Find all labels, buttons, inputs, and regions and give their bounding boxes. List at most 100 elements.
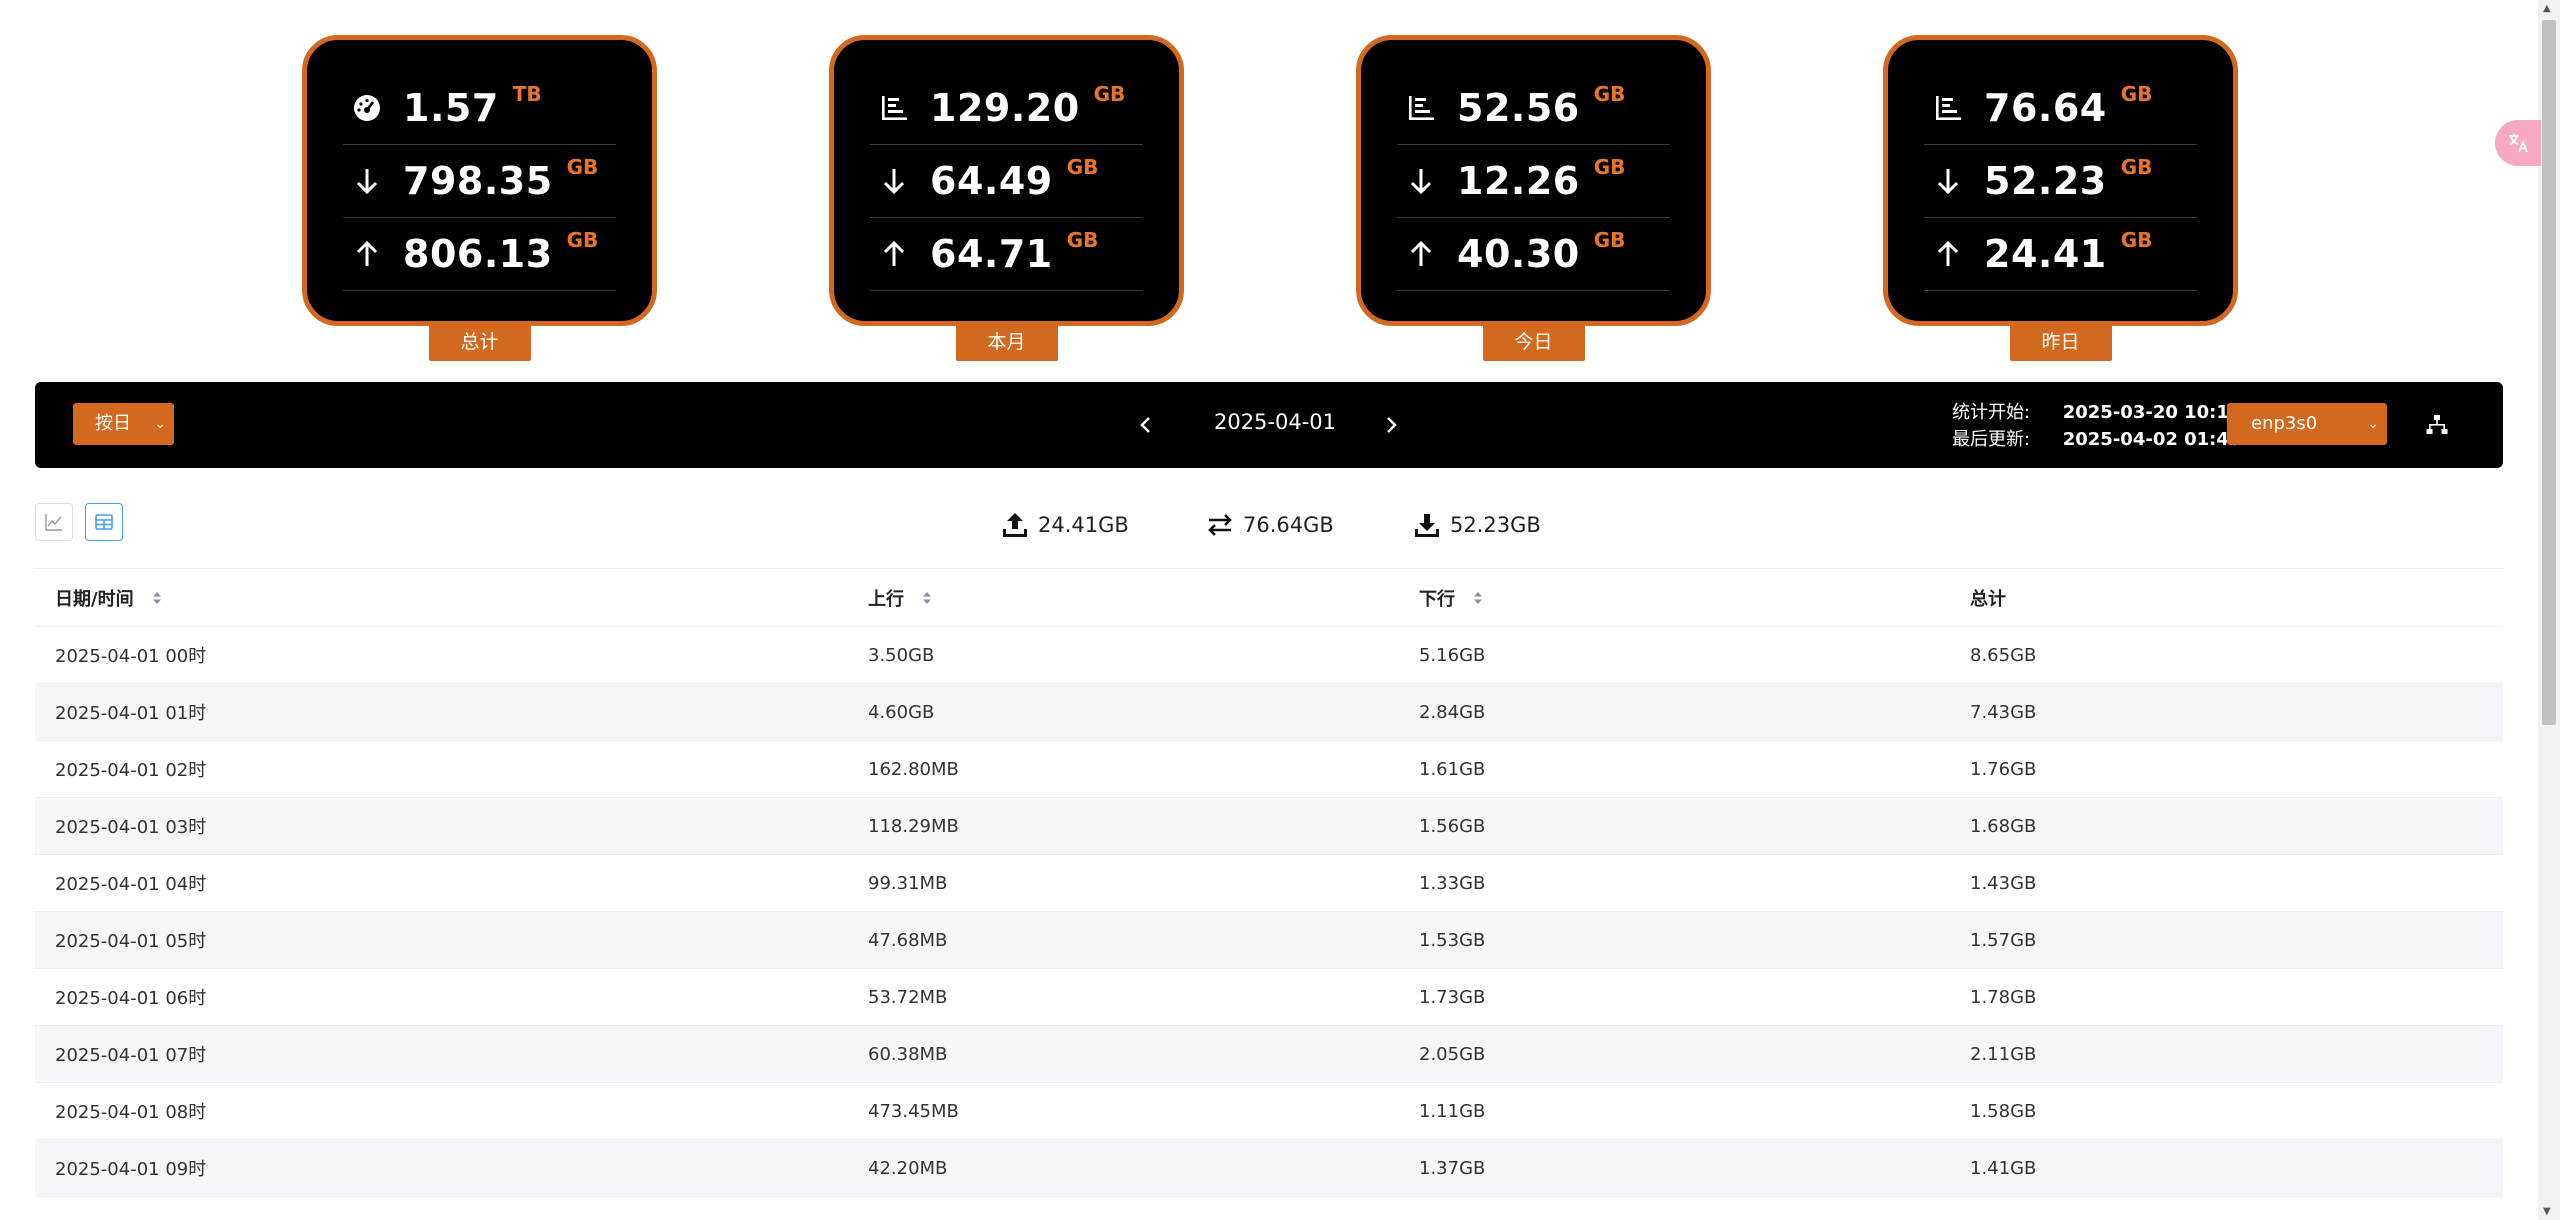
- summary-total: 76.64GB: [1205, 510, 1334, 540]
- stat-card-total: 1.57 TB 798.35 GB 806.13 GB 总计: [302, 35, 657, 361]
- page-scrollbar[interactable]: ▲ ▼: [2538, 0, 2560, 1220]
- stat-unit: GB: [1066, 228, 1099, 252]
- stat-row: 24.41 GB: [1924, 218, 2197, 291]
- cell-total: 1.68GB: [1970, 815, 2037, 837]
- stat-row: 52.23 GB: [1924, 145, 2197, 218]
- gauge-icon: [349, 90, 385, 126]
- cell-download: 5.16GB: [1419, 644, 1486, 666]
- stat-row: 76.64 GB: [1924, 72, 2197, 145]
- header-total: 总计: [1950, 585, 2503, 611]
- table-row[interactable]: 2025-04-01 09时 42.20MB 1.37GB 1.41GB: [35, 1140, 2503, 1197]
- cell-upload: 60.38MB: [868, 1043, 948, 1065]
- stat-unit: GB: [1093, 82, 1126, 106]
- table-row[interactable]: 2025-04-01 03时 118.29MB 1.56GB 1.68GB: [35, 798, 2503, 855]
- header-upload-label: 上行: [868, 588, 904, 610]
- stat-row: 40.30 GB: [1397, 218, 1670, 291]
- network-icon: [2426, 415, 2448, 434]
- stat-row: 1.57 TB: [343, 72, 616, 145]
- cell-upload: 162.80MB: [868, 758, 959, 780]
- table-view-button[interactable]: [85, 503, 123, 541]
- stats-meta: 统计开始: 2025-03-20 10:11 最后更新: 2025-04-02 …: [1952, 399, 2241, 453]
- mode-select[interactable]: 按日 ⌄: [73, 403, 174, 445]
- cell-total: 8.65GB: [1970, 644, 2037, 666]
- stat-unit: TB: [512, 82, 542, 106]
- arrow-up-icon: [349, 236, 385, 272]
- stat-card-today: 52.56 GB 12.26 GB 40.30 GB 今日: [1356, 35, 1711, 361]
- arrow-up-icon: [1403, 236, 1439, 272]
- stat-card-label: 昨日: [2009, 323, 2112, 361]
- cell-download: 1.37GB: [1419, 1157, 1486, 1179]
- stat-card-month: 129.20 GB 64.49 GB 64.71 GB 本月: [829, 35, 1184, 361]
- sort-icon[interactable]: [1473, 589, 1483, 610]
- scroll-thumb[interactable]: [2542, 20, 2556, 725]
- cell-total: 1.78GB: [1970, 986, 2037, 1008]
- chart-view-button[interactable]: [35, 503, 73, 541]
- next-date-button[interactable]: [1374, 408, 1408, 442]
- cell-datetime: 2025-04-01 06时: [55, 988, 207, 1009]
- cell-total: 1.41GB: [1970, 1157, 2037, 1179]
- table-row[interactable]: 2025-04-01 07时 60.38MB 2.05GB 2.11GB: [35, 1026, 2503, 1083]
- stat-row: 12.26 GB: [1397, 145, 1670, 218]
- stat-unit: GB: [566, 155, 599, 179]
- table-row[interactable]: 2025-04-01 01时 4.60GB 2.84GB 7.43GB: [35, 684, 2503, 741]
- stat-unit: GB: [1593, 228, 1626, 252]
- stat-value: 76.64: [1984, 86, 2107, 130]
- table-row[interactable]: 2025-04-01 05时 47.68MB 1.53GB 1.57GB: [35, 912, 2503, 969]
- translate-button[interactable]: [2495, 120, 2541, 166]
- cell-download: 2.84GB: [1419, 701, 1486, 723]
- stat-value: 52.56: [1457, 86, 1580, 130]
- stat-unit: GB: [2120, 228, 2153, 252]
- scroll-down-arrow-icon[interactable]: ▼: [2543, 1206, 2551, 1217]
- header-upload[interactable]: 上行: [848, 585, 1399, 611]
- table-row[interactable]: 2025-04-01 06时 53.72MB 1.73GB 1.78GB: [35, 969, 2503, 1026]
- stat-card-panel: 1.57 TB 798.35 GB 806.13 GB: [302, 35, 657, 326]
- chevron-down-icon: ⌄: [2367, 416, 2379, 432]
- header-download-label: 下行: [1419, 588, 1455, 610]
- stat-row: 806.13 GB: [343, 218, 616, 291]
- cell-download: 1.56GB: [1419, 815, 1486, 837]
- arrow-down-icon: [1403, 163, 1439, 199]
- network-button[interactable]: [2419, 407, 2455, 443]
- cell-upload: 4.60GB: [868, 701, 935, 723]
- cell-download: 1.73GB: [1419, 986, 1486, 1008]
- stat-card-label: 本月: [955, 323, 1058, 361]
- stat-card-label: 总计: [428, 323, 531, 361]
- table-icon: [95, 514, 113, 530]
- chevron-right-icon: [1387, 417, 1397, 433]
- stat-unit: GB: [1593, 82, 1626, 106]
- summary-total-value: 76.64GB: [1243, 513, 1334, 537]
- stat-card-panel: 129.20 GB 64.49 GB 64.71 GB: [829, 35, 1184, 326]
- scroll-up-arrow-icon[interactable]: ▲: [2543, 3, 2551, 14]
- sort-icon[interactable]: [922, 589, 932, 610]
- bar-chart-icon: [1930, 90, 1966, 126]
- chevron-left-icon: [1140, 417, 1150, 433]
- table-row[interactable]: 2025-04-01 00时 3.50GB 5.16GB 8.65GB: [35, 627, 2503, 684]
- stat-unit: GB: [566, 228, 599, 252]
- cell-total: 2.11GB: [1970, 1043, 2037, 1065]
- header-download[interactable]: 下行: [1399, 585, 1950, 611]
- interface-select[interactable]: enp3s0 ⌄: [2227, 403, 2387, 445]
- table-header: 日期/时间 上行 下行 总计: [35, 569, 2503, 627]
- current-date[interactable]: 2025-04-01: [1195, 410, 1355, 434]
- stat-row: 129.20 GB: [870, 72, 1143, 145]
- sort-icon[interactable]: [152, 589, 162, 610]
- cell-upload: 53.72MB: [868, 986, 948, 1008]
- stat-value: 40.30: [1457, 232, 1580, 276]
- prev-date-button[interactable]: [1129, 408, 1163, 442]
- stat-value: 798.35: [403, 159, 553, 203]
- cell-upload: 3.50GB: [868, 644, 935, 666]
- toolbar: 按日 ⌄ 2025-04-01 统计开始: 2025-03-20 10:11 最…: [35, 382, 2503, 468]
- stat-value: 12.26: [1457, 159, 1580, 203]
- stats-start-value: 2025-03-20 10:11: [2062, 402, 2242, 423]
- chevron-down-icon: ⌄: [154, 416, 166, 432]
- stat-card-panel: 76.64 GB 52.23 GB 24.41 GB: [1883, 35, 2238, 326]
- cell-total: 1.76GB: [1970, 758, 2037, 780]
- table-row[interactable]: 2025-04-01 04时 99.31MB 1.33GB 1.43GB: [35, 855, 2503, 912]
- header-datetime[interactable]: 日期/时间: [35, 585, 848, 611]
- stat-value: 129.20: [930, 86, 1080, 130]
- table-row[interactable]: 2025-04-01 08时 473.45MB 1.11GB 1.58GB: [35, 1083, 2503, 1140]
- interface-select-value: enp3s0: [2251, 413, 2318, 434]
- cell-datetime: 2025-04-01 02时: [55, 760, 207, 781]
- stat-card-yesterday: 76.64 GB 52.23 GB 24.41 GB 昨日: [1883, 35, 2238, 361]
- table-row[interactable]: 2025-04-01 02时 162.80MB 1.61GB 1.76GB: [35, 741, 2503, 798]
